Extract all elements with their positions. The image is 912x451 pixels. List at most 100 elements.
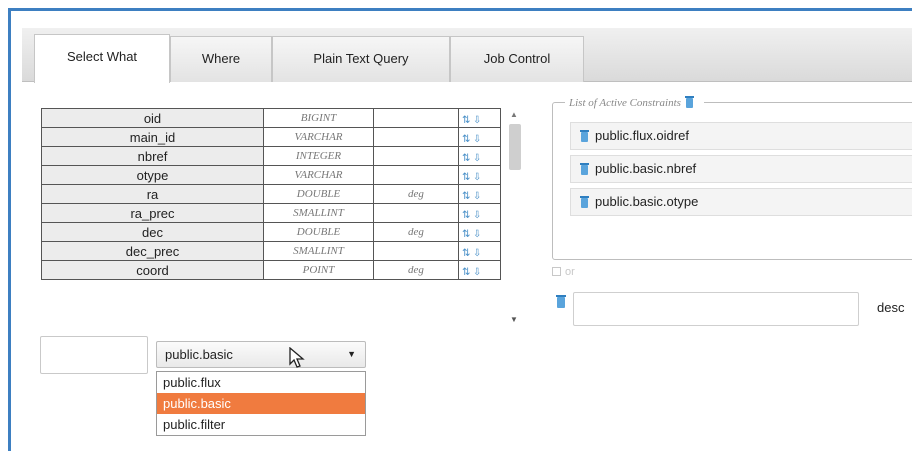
column-name[interactable]: oid bbox=[41, 108, 264, 128]
constraint-label: public.basic.otype bbox=[595, 194, 699, 209]
row-controls: ⇅ ⇩ bbox=[458, 146, 501, 166]
swap-arrows-icon[interactable]: ⇅ bbox=[462, 134, 470, 145]
sort-down-icon[interactable]: ⇩ bbox=[473, 172, 481, 183]
swap-arrows-icon[interactable]: ⇅ bbox=[462, 267, 470, 278]
column-name[interactable]: otype bbox=[41, 165, 264, 185]
trash-can-icon[interactable] bbox=[579, 129, 590, 142]
row-controls: ⇅ ⇩ bbox=[458, 222, 501, 242]
table-row[interactable]: coord POINT deg ⇅ ⇩ bbox=[41, 260, 501, 280]
constraint-label: public.basic.nbref bbox=[595, 161, 697, 176]
column-name[interactable]: dec bbox=[41, 222, 264, 242]
column-type: BIGINT bbox=[263, 108, 374, 128]
option-public-filter[interactable]: public.filter bbox=[157, 414, 365, 435]
row-controls: ⇅ ⇩ bbox=[458, 203, 501, 223]
row-controls: ⇅ ⇩ bbox=[458, 260, 501, 280]
trash-can-icon[interactable] bbox=[555, 294, 567, 308]
column-unit: deg bbox=[373, 184, 459, 204]
sort-down-icon[interactable]: ⇩ bbox=[473, 134, 481, 145]
tab-plain-text-query[interactable]: Plain Text Query bbox=[272, 36, 450, 82]
table-row[interactable]: dec DOUBLE deg ⇅ ⇩ bbox=[41, 222, 501, 242]
table-row[interactable]: oid BIGINT ⇅ ⇩ bbox=[41, 108, 501, 128]
scroll-up-icon[interactable]: ▲ bbox=[510, 110, 518, 119]
sort-down-icon[interactable]: ⇩ bbox=[473, 210, 481, 221]
swap-arrows-icon[interactable]: ⇅ bbox=[462, 210, 470, 221]
option-public-basic[interactable]: public.basic bbox=[157, 393, 365, 414]
column-type: SMALLINT bbox=[263, 203, 374, 223]
table-row[interactable]: ra DOUBLE deg ⇅ ⇩ bbox=[41, 184, 501, 204]
constraint-item[interactable]: public.basic.otype bbox=[570, 188, 912, 216]
column-name[interactable]: coord bbox=[41, 260, 264, 280]
order-by-input[interactable] bbox=[573, 292, 859, 326]
column-unit bbox=[373, 127, 459, 147]
sort-down-icon[interactable]: ⇩ bbox=[473, 153, 481, 164]
swap-arrows-icon[interactable]: ⇅ bbox=[462, 191, 470, 202]
column-type: VARCHAR bbox=[263, 165, 374, 185]
constraint-item[interactable]: public.flux.oidref bbox=[570, 122, 912, 150]
column-name[interactable]: dec_prec bbox=[41, 241, 264, 261]
column-name[interactable]: ra bbox=[41, 184, 264, 204]
column-unit bbox=[373, 108, 459, 128]
column-type: INTEGER bbox=[263, 146, 374, 166]
column-unit: deg bbox=[373, 260, 459, 280]
table-row[interactable]: dec_prec SMALLINT ⇅ ⇩ bbox=[41, 241, 501, 261]
or-label: or bbox=[565, 266, 575, 278]
column-type: VARCHAR bbox=[263, 127, 374, 147]
swap-arrows-icon[interactable]: ⇅ bbox=[462, 248, 470, 259]
constraint-item[interactable]: public.basic.nbref bbox=[570, 155, 912, 183]
table-row[interactable]: otype VARCHAR ⇅ ⇩ bbox=[41, 165, 501, 185]
row-controls: ⇅ ⇩ bbox=[458, 184, 501, 204]
column-unit bbox=[373, 146, 459, 166]
constraints-legend: List of Active Constraints bbox=[565, 95, 704, 109]
table-scrollbar[interactable]: ▲ ▼ bbox=[505, 108, 525, 324]
or-option[interactable]: or bbox=[552, 266, 575, 278]
constraint-label: public.flux.oidref bbox=[595, 128, 689, 143]
column-unit: deg bbox=[373, 222, 459, 242]
tab-where[interactable]: Where bbox=[170, 36, 272, 82]
tab-bar: Select What Where Plain Text Query Job C… bbox=[22, 28, 912, 83]
column-unit bbox=[373, 203, 459, 223]
scrollbar-thumb[interactable] bbox=[509, 124, 521, 170]
or-checkbox[interactable] bbox=[552, 267, 561, 276]
mouse-cursor-icon bbox=[289, 347, 305, 368]
table-options-list: public.flux public.basic public.filter bbox=[156, 371, 366, 436]
column-unit bbox=[373, 241, 459, 261]
column-unit bbox=[373, 165, 459, 185]
swap-arrows-icon[interactable]: ⇅ bbox=[462, 153, 470, 164]
trash-can-icon[interactable] bbox=[579, 195, 590, 208]
swap-arrows-icon[interactable]: ⇅ bbox=[462, 115, 470, 126]
column-name[interactable]: ra_prec bbox=[41, 203, 264, 223]
scroll-down-icon[interactable]: ▼ bbox=[510, 315, 518, 324]
trash-can-icon[interactable] bbox=[684, 95, 695, 108]
table-select[interactable]: public.basic ▼ bbox=[156, 341, 366, 368]
row-controls: ⇅ ⇩ bbox=[458, 165, 501, 185]
dropdown-caret-icon: ▼ bbox=[347, 349, 356, 359]
column-type: POINT bbox=[263, 260, 374, 280]
constraints-legend-label: List of Active Constraints bbox=[569, 97, 681, 109]
column-type: DOUBLE bbox=[263, 222, 374, 242]
tab-job-control[interactable]: Job Control bbox=[450, 36, 584, 82]
trash-can-icon[interactable] bbox=[579, 162, 590, 175]
swap-arrows-icon[interactable]: ⇅ bbox=[462, 172, 470, 183]
column-filter-input[interactable] bbox=[40, 336, 148, 374]
option-public-flux[interactable]: public.flux bbox=[157, 372, 365, 393]
sort-down-icon[interactable]: ⇩ bbox=[473, 267, 481, 278]
table-row[interactable]: nbref INTEGER ⇅ ⇩ bbox=[41, 146, 501, 166]
row-controls: ⇅ ⇩ bbox=[458, 127, 501, 147]
sort-down-icon[interactable]: ⇩ bbox=[473, 191, 481, 202]
table-row[interactable]: main_id VARCHAR ⇅ ⇩ bbox=[41, 127, 501, 147]
sort-down-icon[interactable]: ⇩ bbox=[473, 115, 481, 126]
column-name[interactable]: main_id bbox=[41, 127, 264, 147]
table-select-value: public.basic bbox=[165, 347, 233, 362]
tab-select-what[interactable]: Select What bbox=[34, 34, 170, 83]
row-controls: ⇅ ⇩ bbox=[458, 241, 501, 261]
column-type: DOUBLE bbox=[263, 184, 374, 204]
swap-arrows-icon[interactable]: ⇅ bbox=[462, 229, 470, 240]
column-type: SMALLINT bbox=[263, 241, 374, 261]
row-controls: ⇅ ⇩ bbox=[458, 108, 501, 128]
column-table: oid BIGINT ⇅ ⇩ main_id VARCHAR ⇅ ⇩ nbref… bbox=[41, 108, 501, 280]
sort-direction[interactable]: desc bbox=[877, 300, 904, 315]
sort-down-icon[interactable]: ⇩ bbox=[473, 248, 481, 259]
sort-down-icon[interactable]: ⇩ bbox=[473, 229, 481, 240]
table-row[interactable]: ra_prec SMALLINT ⇅ ⇩ bbox=[41, 203, 501, 223]
column-name[interactable]: nbref bbox=[41, 146, 264, 166]
